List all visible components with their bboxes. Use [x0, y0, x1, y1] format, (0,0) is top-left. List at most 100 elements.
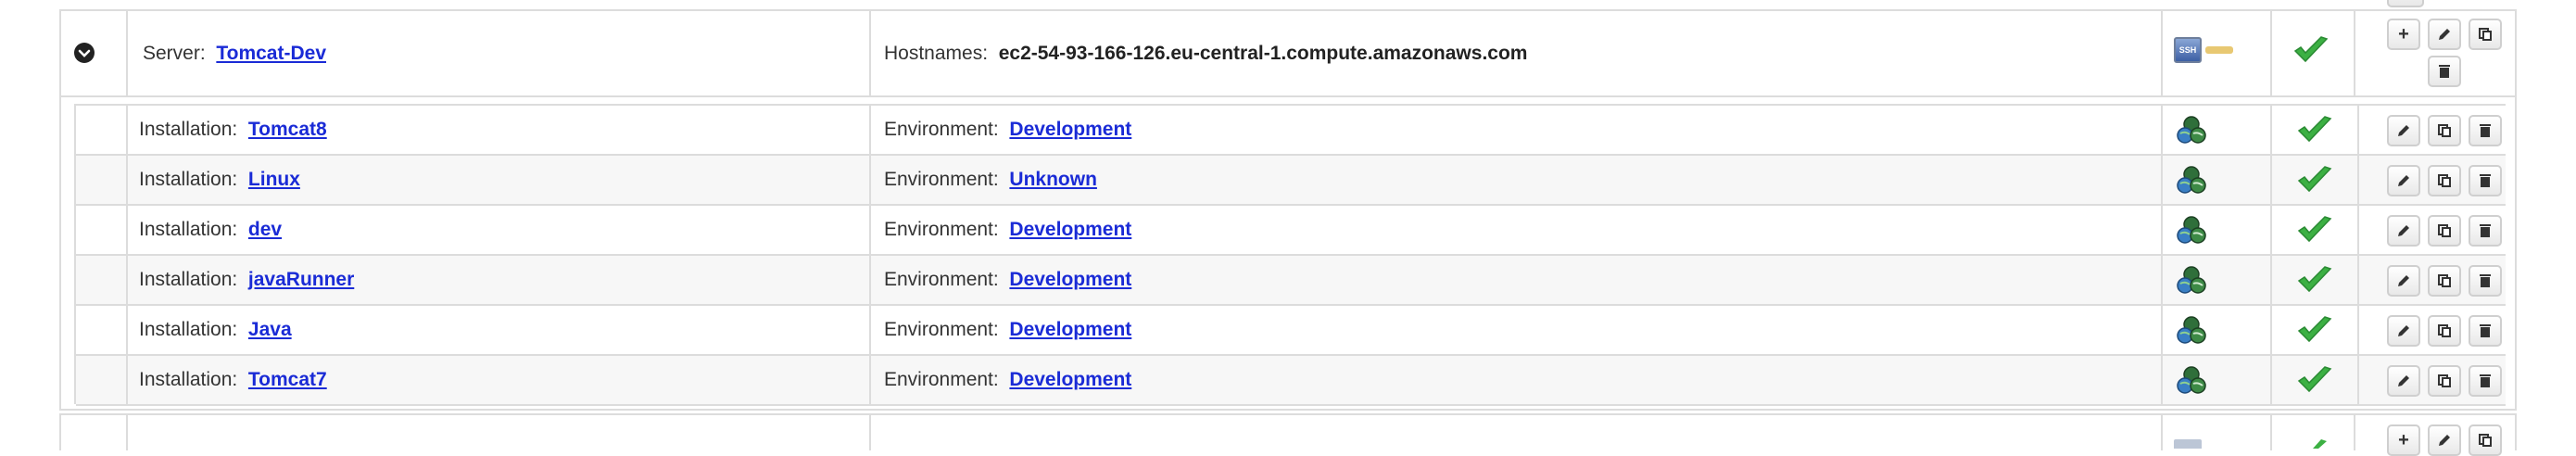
trash-icon [2480, 224, 2491, 237]
delete-installation-button[interactable] [2469, 115, 2502, 146]
installation-label: Installation: [139, 119, 238, 140]
green-check-icon [2296, 215, 2333, 249]
edit-installation-button[interactable] [2387, 265, 2420, 297]
copy-installation-button[interactable] [2428, 165, 2461, 196]
green-check-icon [2296, 365, 2333, 399]
server-name-link[interactable]: Tomcat-Dev [216, 43, 326, 64]
environment-cell: Environment: Development [884, 117, 1131, 143]
environment-link[interactable]: Development [1009, 319, 1131, 340]
installation-link[interactable]: Tomcat8 [248, 119, 327, 140]
pencil-icon [2398, 175, 2409, 186]
installation-cell: Installation: javaRunner [139, 267, 354, 293]
environment-label: Environment: [884, 319, 999, 340]
environment-label: Environment: [884, 119, 999, 140]
hostnames-cell: Hostnames: ec2-54-93-166-126.eu-central-… [884, 41, 1527, 67]
environment-cell: Environment: Development [884, 217, 1131, 243]
pencil-icon [2398, 375, 2409, 386]
environment-link[interactable]: Development [1009, 369, 1131, 390]
pencil-icon [2398, 225, 2409, 236]
copy-installation-button[interactable] [2428, 215, 2461, 247]
copy-icon [2479, 434, 2492, 447]
installation-label: Installation: [139, 269, 238, 290]
copy-installation-button[interactable] [2428, 315, 2461, 347]
green-check-icon [2296, 315, 2333, 349]
installation-label: Installation: [139, 219, 238, 240]
chevron-down-circle-icon[interactable] [74, 43, 95, 63]
installation-cell: Installation: Tomcat7 [139, 367, 327, 393]
installation-type-globe-icon [2176, 115, 2207, 151]
environment-link[interactable]: Unknown [1009, 169, 1097, 190]
add-installation-button[interactable]: + [2387, 19, 2420, 50]
trash-icon [2480, 374, 2491, 387]
copy-icon [2438, 174, 2451, 187]
green-check-icon [2296, 115, 2333, 149]
installation-cell: Installation: Tomcat8 [139, 117, 327, 143]
edit-installation-button[interactable] [2387, 165, 2420, 196]
trash-icon [2480, 174, 2491, 187]
trash-icon [2480, 124, 2491, 137]
installation-type-globe-icon [2176, 315, 2207, 351]
delete-installation-button[interactable] [2469, 265, 2502, 297]
copy-icon [2479, 28, 2492, 41]
environment-link[interactable]: Development [1009, 269, 1131, 290]
environment-label: Environment: [884, 369, 999, 390]
hostnames-label: Hostnames: [884, 43, 989, 64]
installation-link[interactable]: dev [248, 219, 282, 240]
trash-icon [2439, 65, 2450, 78]
green-check-icon [2293, 36, 2329, 63]
environment-link[interactable]: Development [1009, 119, 1131, 140]
installation-type-globe-icon [2176, 265, 2207, 301]
copy-icon [2438, 374, 2451, 387]
server-cell: Server: Tomcat-Dev [143, 41, 326, 67]
table-row [76, 206, 2506, 256]
edit-installation-button[interactable] [2387, 215, 2420, 247]
environment-label: Environment: [884, 269, 999, 290]
installation-link[interactable]: Tomcat7 [248, 369, 327, 390]
delete-installation-button[interactable] [2469, 365, 2502, 397]
pencil-icon [2398, 325, 2409, 336]
copy-installation-button[interactable] [2428, 115, 2461, 146]
ssh-key-icon [2205, 46, 2233, 54]
add-installation-button[interactable]: + [2387, 424, 2420, 456]
installation-type-globe-icon [2176, 165, 2207, 201]
environment-cell: Environment: Development [884, 317, 1131, 343]
edit-installation-button[interactable] [2387, 365, 2420, 397]
hostnames-value: ec2-54-93-166-126.eu-central-1.compute.a… [998, 43, 1528, 64]
environment-link[interactable]: Development [1009, 219, 1131, 240]
edit-installation-button[interactable] [2387, 315, 2420, 347]
ssh-terminal-icon[interactable]: SSH [2174, 37, 2233, 65]
environment-label: Environment: [884, 219, 999, 240]
edit-server-button[interactable] [2428, 424, 2461, 456]
delete-installation-button[interactable] [2469, 165, 2502, 196]
installation-label: Installation: [139, 169, 238, 190]
environment-cell: Environment: Unknown [884, 167, 1097, 193]
copy-server-button[interactable] [2469, 19, 2502, 50]
ssh-terminal-icon [2174, 439, 2202, 449]
copy-installation-button[interactable] [2428, 265, 2461, 297]
installation-link[interactable]: Linux [248, 169, 300, 190]
copy-icon [2438, 324, 2451, 337]
delete-installation-button[interactable] [2469, 215, 2502, 247]
copy-icon [2438, 124, 2451, 137]
green-check-icon [2313, 439, 2327, 449]
green-check-icon [2296, 265, 2333, 299]
copy-installation-button[interactable] [2428, 365, 2461, 397]
edit-server-button[interactable] [2428, 19, 2461, 50]
delete-installation-button[interactable] [2469, 315, 2502, 347]
top-remnant-button[interactable] [2387, 0, 2424, 7]
delete-server-button[interactable] [2428, 56, 2461, 87]
copy-server-button[interactable] [2469, 424, 2502, 456]
edit-installation-button[interactable] [2387, 115, 2420, 146]
installation-type-globe-icon [2176, 215, 2207, 251]
table-row [76, 256, 2506, 306]
table-row [76, 306, 2506, 356]
server-label: Server: [143, 43, 206, 64]
copy-icon [2438, 274, 2451, 287]
trash-icon [2480, 324, 2491, 337]
installation-label: Installation: [139, 369, 238, 390]
installation-cell: Installation: dev [139, 217, 282, 243]
installation-link[interactable]: javaRunner [248, 269, 354, 290]
installation-link[interactable]: Java [248, 319, 292, 340]
pencil-icon [2439, 29, 2450, 40]
environment-label: Environment: [884, 169, 999, 190]
